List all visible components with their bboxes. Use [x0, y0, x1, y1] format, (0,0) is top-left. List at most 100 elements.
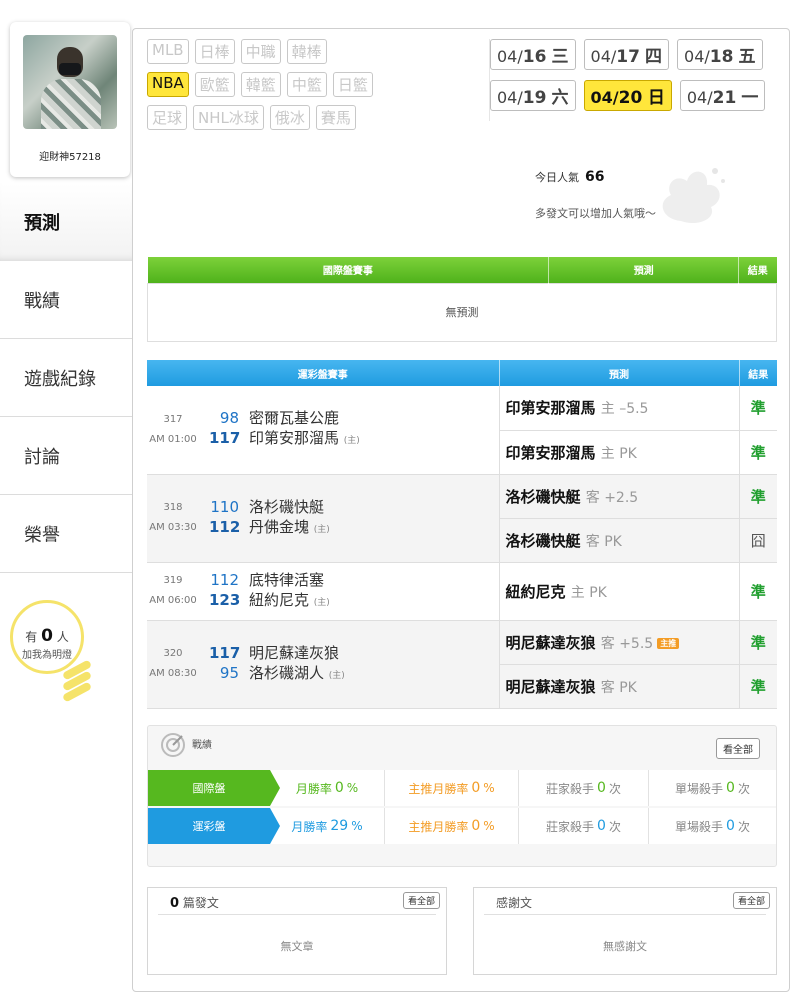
thanks-view-all-button[interactable]: 看全部	[732, 892, 770, 909]
posts-empty-text: 無文章	[280, 940, 314, 953]
username[interactable]: 迎財神57218	[10, 148, 130, 163]
date-0419[interactable]: 04/19 六	[490, 80, 576, 111]
lottery-table: 運彩盤賽事 預測 結果 317 AM 01:00 98 密爾瓦基公鹿 117 印第安那…	[147, 360, 777, 709]
league-filter: MLB 日棒 中職 韓棒 NBA 歐籃 韓籃 中籃 日籃 足球 NHL冰球 俄冰…	[147, 39, 487, 138]
game-teams-cell: 117 明尼蘇達灰狼 95 洛杉磯湖人 (主)	[199, 620, 499, 709]
league-nba[interactable]: NBA	[147, 72, 189, 97]
league-china-basketball[interactable]: 中籃	[286, 72, 327, 97]
prediction-cell: 洛杉磯快艇 客 +2.5	[498, 474, 739, 519]
league-soccer[interactable]: 足球	[147, 105, 188, 130]
posts-count: 0	[170, 896, 180, 911]
nav-item-game-history[interactable]: 遊戲紀錄	[0, 339, 132, 417]
league-japan-basketball[interactable]: 日籃	[332, 72, 373, 97]
posts-view-all-button[interactable]: 看全部	[402, 892, 440, 909]
popularity-tip: 多發文可以增加人氣哦～	[535, 207, 656, 220]
thanks-title: 感謝文	[496, 896, 533, 910]
league-npb[interactable]: 日棒	[194, 39, 235, 64]
table-row: 319 AM 06:00 112 底特律活塞 123 紐約尼克 (主) 紐約尼克 主 …	[147, 562, 777, 621]
lottery-col-game: 運彩盤賽事	[147, 360, 500, 386]
prediction-cell: 印第安那溜馬 主 PK	[498, 430, 739, 475]
stats-label: 國際盤	[148, 770, 280, 806]
target-icon	[161, 733, 185, 757]
featured-monthly-win-rate: 主推月勝率 0%	[384, 808, 518, 844]
monthly-win-rate: 月勝率 0%	[295, 780, 359, 796]
avatar[interactable]	[23, 35, 117, 129]
game-teams-cell: 110 洛杉磯快艇 112 丹佛金塊 (主)	[199, 474, 499, 563]
banker-killer: 莊家殺手 0 次	[518, 808, 648, 844]
intl-col-result: 結果	[738, 257, 777, 283]
international-table: 國際盤賽事 預測 結果 無預測	[147, 257, 777, 342]
league-khl[interactable]: 俄冰	[269, 105, 310, 130]
popularity: 今日人氣 66	[535, 169, 605, 185]
date-0416[interactable]: 04/16 三	[490, 39, 576, 70]
league-mlb[interactable]: MLB	[147, 39, 189, 64]
prediction-cell: 印第安那溜馬 主 –5.5	[498, 386, 739, 431]
result-cell: 準	[738, 664, 777, 709]
table-row: 317 AM 01:00 98 密爾瓦基公鹿 117 印第安那溜馬 (主) 印第安那溜…	[147, 386, 777, 475]
game-teams-cell: 98 密爾瓦基公鹿 117 印第安那溜馬 (主)	[199, 386, 499, 475]
follow-bulb[interactable]: 有 0 人 加我為明燈	[10, 600, 122, 720]
single-game-killer: 單場殺手 0 次	[648, 808, 776, 844]
sidebar: 迎財神57218 預測 戰績 遊戲紀錄 討論 榮譽 有 0 人 加我為明燈	[0, 0, 132, 1000]
league-kbo[interactable]: 韓棒	[286, 39, 327, 64]
stats-view-all-button[interactable]: 看全部	[716, 738, 760, 759]
monthly-win-rate: 月勝率 29%	[291, 818, 363, 834]
thanks-box: 感謝文 看全部 無感謝文	[473, 887, 777, 975]
nav-item-prediction[interactable]: 預測	[0, 183, 132, 261]
thanks-empty-text: 無感謝文	[603, 940, 647, 953]
game-number-cell: 320 AM 08:30	[147, 620, 199, 709]
date-0418[interactable]: 04/18 五	[677, 39, 763, 70]
table-row: 320 AM 08:30 117 明尼蘇達灰狼 95 洛杉磯湖人 (主) 明尼蘇達灰狼…	[147, 620, 777, 709]
table-row: 318 AM 03:30 110 洛杉磯快艇 112 丹佛金塊 (主) 洛杉磯快艇 客…	[147, 474, 777, 563]
lottery-col-prediction: 預測	[499, 360, 740, 386]
prediction-cell: 明尼蘇達灰狼 客 +5.5 主推	[498, 620, 739, 665]
nav-item-record[interactable]: 戰績	[0, 261, 132, 339]
date-selector: 04/16 三 04/17 四 04/18 五 04/19 六 04/20 日 …	[489, 39, 779, 121]
league-nhl[interactable]: NHL冰球	[193, 105, 264, 130]
posts-title: 0 篇發文	[170, 896, 219, 911]
game-teams-cell: 112 底特律活塞 123 紐約尼克 (主)	[199, 562, 499, 621]
splash-decoration-icon	[662, 168, 725, 224]
game-number-cell: 317 AM 01:00	[147, 386, 199, 475]
intl-empty-text: 無預測	[147, 282, 777, 342]
intl-col-game: 國際盤賽事	[147, 257, 550, 283]
stats-title: 戰績	[192, 740, 212, 751]
nav-item-discussion[interactable]: 討論	[0, 417, 132, 495]
league-horse-racing[interactable]: 賽馬	[315, 105, 356, 130]
league-euro-basketball[interactable]: 歐籃	[194, 72, 235, 97]
result-cell: 準	[738, 562, 777, 621]
prediction-cell: 洛杉磯快艇 客 PK	[498, 518, 739, 563]
result-cell: 準	[738, 474, 777, 519]
sidebar-nav: 預測 戰績 遊戲紀錄 討論 榮譽	[0, 183, 132, 573]
featured-badge: 主推	[657, 637, 680, 649]
stats-box: 戰績 看全部 國際盤 月勝率 0% 主推月勝率 0% 莊家殺手 0 次 單場殺手 0 次 運…	[147, 725, 777, 867]
date-0417[interactable]: 04/17 四	[583, 39, 670, 70]
result-cell: 準	[738, 430, 777, 475]
nav-item-honor[interactable]: 榮譽	[0, 495, 132, 573]
prediction-cell: 明尼蘇達灰狼 客 PK	[498, 664, 739, 709]
featured-monthly-win-rate: 主推月勝率 0%	[384, 770, 518, 806]
popularity-value: 66	[585, 169, 605, 185]
bulb-count-text: 有 0 人	[25, 626, 69, 646]
intl-col-prediction: 預測	[548, 257, 740, 283]
stats-row-international: 國際盤 月勝率 0% 主推月勝率 0% 莊家殺手 0 次 單場殺手 0 次	[148, 770, 776, 806]
profile-card: 迎財神57218	[10, 22, 130, 177]
league-cpbl[interactable]: 中職	[240, 39, 281, 64]
game-number-cell: 319 AM 06:00	[147, 562, 199, 621]
bulb-caption: 加我為明燈	[22, 650, 72, 661]
lottery-col-result: 結果	[739, 360, 777, 386]
stats-row-lottery: 運彩盤 月勝率 29% 主推月勝率 0% 莊家殺手 0 次 單場殺手 0 次	[148, 808, 776, 844]
posts-box: 0 篇發文 看全部 無文章	[147, 887, 447, 975]
game-number-cell: 318 AM 03:30	[147, 474, 199, 563]
league-korea-basketball[interactable]: 韓籃	[240, 72, 281, 97]
bulb-base-icon	[61, 659, 93, 710]
prediction-cell: 紐約尼克 主 PK	[498, 562, 739, 621]
banker-killer: 莊家殺手 0 次	[518, 770, 648, 806]
result-cell: 準	[738, 386, 777, 431]
date-0420[interactable]: 04/20 日	[583, 80, 672, 111]
result-cell: 囧	[738, 518, 777, 563]
result-cell: 準	[738, 620, 777, 665]
date-0421[interactable]: 04/21 一	[679, 80, 766, 111]
bulb-count: 0	[41, 626, 53, 646]
single-game-killer: 單場殺手 0 次	[648, 770, 776, 806]
